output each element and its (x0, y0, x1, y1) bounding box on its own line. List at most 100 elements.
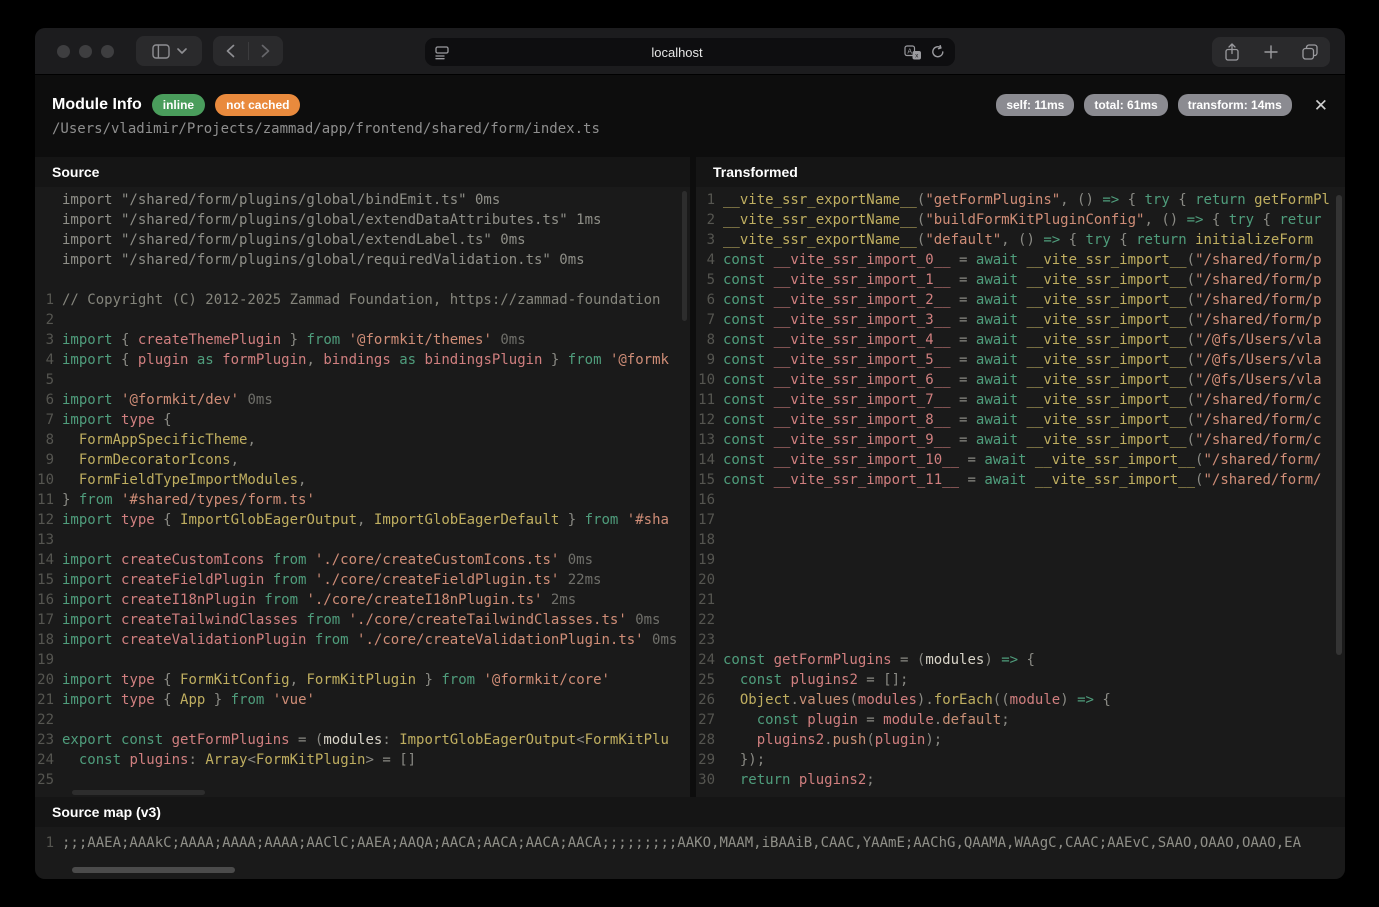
zoom-window-button[interactable] (101, 45, 114, 58)
code-text: import type { (62, 410, 172, 430)
code-token: ( (866, 732, 874, 748)
line-number: 1 (35, 833, 62, 853)
code-token: , (231, 452, 239, 468)
address-bar[interactable]: localhost A x (425, 38, 955, 66)
code-token: __vite_ssr_import_2__ (774, 292, 951, 308)
page-horizontal-scrollbar[interactable] (72, 867, 235, 873)
code-token: modules (323, 732, 382, 748)
line-number: 19 (696, 550, 723, 570)
code-token: const (723, 332, 774, 348)
nav-divider (248, 42, 249, 60)
minimize-window-button[interactable] (79, 45, 92, 58)
code-token: const (62, 752, 129, 768)
code-token: "/shared/form/ (1203, 452, 1321, 468)
code-token: module (1010, 692, 1061, 708)
code-token: await (984, 472, 1035, 488)
code-line: 21import type { App } from 'vue' (35, 690, 690, 710)
transformed-vertical-scrollbar[interactable] (1336, 195, 1342, 655)
code-token: = (951, 392, 976, 408)
code-token: return (723, 772, 799, 788)
new-tab-button[interactable] (1251, 37, 1290, 67)
line-number: 21 (35, 690, 62, 710)
code-line: 30 return plugins2; (696, 770, 1345, 790)
module-info-header: Module Info inline not cached self: 11ms… (52, 91, 1328, 119)
close-icon[interactable]: ✕ (1314, 97, 1328, 114)
line-number: 23 (35, 730, 62, 750)
code-token: < (247, 752, 255, 768)
code-text: plugins2.push(plugin); (723, 730, 942, 750)
line-number: 14 (696, 450, 723, 470)
share-button[interactable] (1212, 37, 1251, 67)
code-token: await (976, 312, 1027, 328)
code-token: const (723, 672, 790, 688)
code-token: ; (1001, 712, 1009, 728)
code-text: __vite_ssr_exportName__("getFormPlugins"… (723, 190, 1330, 210)
code-line: 23export const getFormPlugins = (modules… (35, 730, 690, 750)
transformed-code: 1__vite_ssr_exportName__("getFormPlugins… (696, 187, 1345, 797)
code-token: plugin (875, 732, 926, 748)
source-vertical-scrollbar[interactable] (682, 191, 687, 321)
source-horizontal-scrollbar[interactable] (72, 790, 205, 795)
code-token: App (180, 692, 205, 708)
code-line: 25 (35, 770, 690, 790)
back-button[interactable] (213, 36, 248, 66)
code-token: ImportGlobEagerOutput (399, 732, 576, 748)
code-token: try (1085, 232, 1119, 248)
code-token: } (281, 332, 306, 348)
reader-icon[interactable] (435, 45, 450, 60)
line-number: 2 (696, 210, 723, 230)
line-number: 15 (696, 470, 723, 490)
line-number: 13 (696, 430, 723, 450)
code-text: FormAppSpecificTheme, (62, 430, 256, 450)
reload-icon[interactable] (931, 45, 945, 59)
code-token: import (62, 552, 121, 568)
code-token: ( (1187, 412, 1195, 428)
code-token: from (441, 672, 483, 688)
code-text: const __vite_ssr_import_10__ = await __v… (723, 450, 1322, 470)
code-line: import "/shared/form/plugins/global/bind… (35, 190, 690, 210)
code-token: createTailwindClasses (121, 612, 298, 628)
code-line: 10const __vite_ssr_import_6__ = await __… (696, 370, 1345, 390)
line-number: 4 (696, 250, 723, 270)
code-token: '@formk (610, 352, 669, 368)
code-text: const __vite_ssr_import_5__ = await __vi… (723, 350, 1322, 370)
code-token: try (1229, 212, 1263, 228)
code-token: __vite_ssr_import__ (1026, 372, 1186, 388)
line-number: 23 (696, 630, 723, 650)
not-cached-badge: not cached (215, 94, 300, 116)
code-token: > = [] (365, 752, 416, 768)
translate-icon[interactable]: A x (904, 45, 922, 60)
code-token: = (951, 252, 976, 268)
code-line: 1;;;AAEA;AAAkC;AAAA;AAAA;AAAA;AAClC;AAEA… (35, 833, 1345, 853)
code-text: import { createThemePlugin } from '@form… (62, 330, 526, 350)
sidebar-toggle-button[interactable] (136, 36, 202, 66)
code-token: , () (1001, 232, 1043, 248)
code-token: = (951, 432, 976, 448)
code-token: "buildFormKitPluginConfig" (925, 212, 1144, 228)
code-token: => (1043, 232, 1068, 248)
code-line: 26 Object.values(modules).forEach((modul… (696, 690, 1345, 710)
code-token: __vite_ssr_import__ (1026, 432, 1186, 448)
code-line: 10 FormFieldTypeImportModules, (35, 470, 690, 490)
code-line: 8const __vite_ssr_import_4__ = await __v… (696, 330, 1345, 350)
code-text: import '@formkit/dev' 0ms (62, 390, 273, 410)
code-token: { (1069, 232, 1086, 248)
code-token: { (1128, 192, 1145, 208)
code-text: const plugins: Array<FormKitPlugin> = [] (62, 750, 416, 770)
close-window-button[interactable] (57, 45, 70, 58)
code-token: './core/createCustomIcons.ts' (315, 552, 559, 568)
forward-button[interactable] (248, 36, 283, 66)
code-token: '@formkit/themes' (349, 332, 492, 348)
code-token: } (62, 492, 79, 508)
tab-overview-button[interactable] (1291, 37, 1330, 67)
code-token: ImportGlobEagerOutput (180, 512, 357, 528)
code-line: 2__vite_ssr_exportName__("buildFormKitPl… (696, 210, 1345, 230)
code-line: 24const getFormPlugins = (modules) => { (696, 650, 1345, 670)
line-number: 15 (35, 570, 62, 590)
code-text: import "/shared/form/plugins/global/requ… (62, 250, 585, 270)
module-path: /Users/vladimir/Projects/zammad/app/fron… (52, 121, 600, 137)
code-token: bindingsPlugin (424, 352, 542, 368)
code-token: export const (62, 732, 172, 748)
svg-text:A: A (907, 48, 912, 55)
code-token: "/shared/form/p (1195, 252, 1321, 268)
